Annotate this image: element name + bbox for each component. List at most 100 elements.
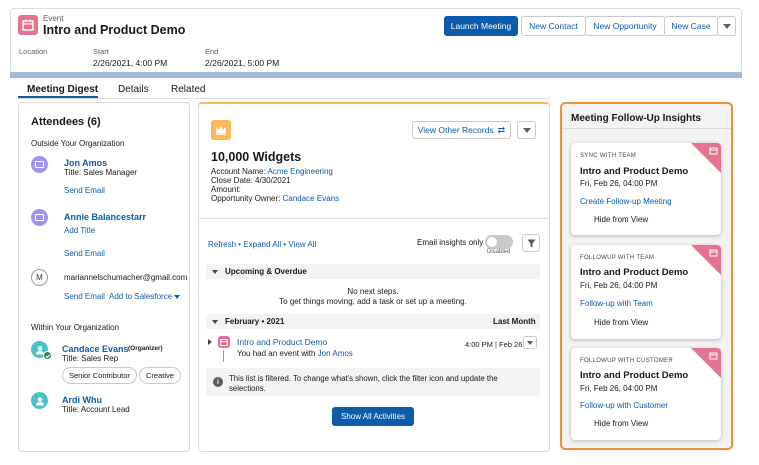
event-icon bbox=[18, 15, 38, 35]
calendar-icon bbox=[709, 147, 718, 155]
location-label: Location bbox=[19, 47, 48, 56]
crown-icon bbox=[216, 126, 226, 135]
attendee-name[interactable]: Jon Amos bbox=[64, 158, 107, 168]
activity-description: You had an event with Jon Amos bbox=[237, 349, 353, 358]
insight-date: Fri, Feb 26, 04:00 PM bbox=[580, 384, 658, 393]
account-link[interactable]: Acme Engineering bbox=[267, 167, 332, 176]
info-icon: i bbox=[213, 377, 223, 387]
send-email-link[interactable]: Send Email bbox=[64, 186, 105, 195]
attendee-title: Title: Sales Rep bbox=[62, 354, 119, 363]
insights-title: Meeting Follow-Up Insights bbox=[571, 113, 701, 124]
upcoming-header: Upcoming & Overdue bbox=[225, 267, 307, 276]
hide-from-view-link[interactable]: Hide from View bbox=[594, 419, 648, 428]
toggle-knob bbox=[487, 237, 497, 247]
insight-kind: FOLLOWUP WITH TEAM bbox=[580, 255, 655, 261]
avatar-initial: M bbox=[36, 273, 43, 282]
end-value: 2/26/2021, 5:00 PM bbox=[205, 58, 280, 68]
account-row: Account Name: Acme Engineering bbox=[211, 167, 333, 176]
attendee-name[interactable]: Annie Balancestarr bbox=[64, 212, 146, 222]
refresh-link[interactable]: Refresh bbox=[208, 240, 236, 249]
insight-action-link[interactable]: Follow-up with Customer bbox=[580, 401, 668, 410]
tab-meeting-digest[interactable]: Meeting Digest bbox=[27, 84, 98, 95]
activity-toolbar: Refresh • Expand All • View All bbox=[208, 240, 316, 249]
user-icon bbox=[35, 396, 44, 405]
contact-link[interactable]: Jon Amos bbox=[318, 349, 353, 358]
show-all-activities-button[interactable]: Show All Activities bbox=[332, 407, 414, 426]
insight-kind: SYNC WITH TEAM bbox=[580, 153, 637, 159]
avatar: M bbox=[31, 269, 48, 286]
attendee-name[interactable]: Candace Evans bbox=[62, 344, 129, 354]
close-date-value: 4/30/2021 bbox=[255, 176, 291, 185]
email-insights-label: Email insights only bbox=[417, 238, 484, 247]
check-badge-icon bbox=[43, 351, 52, 360]
send-email-link[interactable]: Send Email bbox=[64, 292, 105, 301]
chevron-down-icon bbox=[522, 127, 531, 133]
contact-icon bbox=[35, 214, 44, 221]
opportunity-title: 10,000 Widgets bbox=[211, 150, 302, 164]
close-date-label: Close Date: bbox=[211, 176, 253, 185]
tab-divider bbox=[18, 98, 550, 99]
activity-menu-button[interactable] bbox=[523, 336, 537, 349]
header-band bbox=[10, 72, 742, 78]
new-contact-button[interactable]: New Contact bbox=[521, 16, 586, 36]
view-all-link[interactable]: View All bbox=[288, 240, 316, 249]
new-case-button[interactable]: New Case bbox=[664, 16, 718, 36]
attendee-name[interactable]: Ardi Whu bbox=[62, 395, 102, 405]
add-to-salesforce-link[interactable]: Add to Salesforce bbox=[109, 292, 181, 301]
avatar bbox=[31, 209, 48, 226]
calendar-icon bbox=[709, 352, 718, 360]
attendees-title: Attendees (6) bbox=[31, 116, 101, 128]
calendar-icon bbox=[709, 249, 718, 257]
swap-icon: ⇄ bbox=[497, 124, 506, 135]
more-actions-button[interactable] bbox=[717, 16, 736, 36]
insight-action-link[interactable]: Create Follow-up Meeting bbox=[580, 197, 672, 206]
hide-from-view-link[interactable]: Hide from View bbox=[594, 215, 648, 224]
toggle-state: Disabled bbox=[487, 249, 511, 255]
record-title: Intro and Product Demo bbox=[43, 23, 186, 37]
filter-button[interactable] bbox=[522, 234, 540, 252]
owner-link[interactable]: Candace Evans bbox=[283, 194, 339, 203]
attendee-title: Title: Account Lead bbox=[62, 405, 130, 414]
add-to-salesforce-label: Add to Salesforce bbox=[109, 292, 173, 301]
chevron-down-icon bbox=[527, 340, 533, 345]
avatar bbox=[31, 156, 48, 173]
insight-title: Intro and Product Demo bbox=[580, 370, 689, 381]
add-title-link[interactable]: Add Title bbox=[64, 226, 95, 235]
chevron-right-icon[interactable] bbox=[208, 339, 212, 345]
insight-kind: FOLLOWUP WITH CUSTOMER bbox=[580, 358, 674, 364]
account-label: Account Name: bbox=[211, 167, 266, 176]
insight-action-link[interactable]: Follow-up with Team bbox=[580, 299, 653, 308]
no-steps-hint: To get things moving, add a task or set … bbox=[279, 297, 467, 306]
email-insights-toggle[interactable] bbox=[485, 235, 513, 249]
insight-card: SYNC WITH TEAM Intro and Product Demo Fr… bbox=[571, 143, 721, 235]
timeline-line bbox=[223, 350, 224, 362]
caret-down-icon bbox=[174, 294, 181, 299]
tab-related[interactable]: Related bbox=[171, 84, 205, 95]
activity-description-text: You had an event with bbox=[237, 349, 316, 358]
separator: • bbox=[283, 240, 287, 249]
chevron-down-icon bbox=[212, 320, 218, 324]
tab-details[interactable]: Details bbox=[118, 84, 149, 95]
insights-title-divider bbox=[562, 128, 731, 129]
view-other-records-button[interactable]: View Other Records ⇄ bbox=[412, 121, 511, 139]
outside-org-label: Outside Your Organization bbox=[31, 139, 125, 148]
send-email-link[interactable]: Send Email bbox=[64, 249, 105, 258]
filter-icon bbox=[527, 239, 535, 247]
insight-title: Intro and Product Demo bbox=[580, 267, 689, 278]
view-other-records-label: View Other Records bbox=[417, 125, 494, 135]
expand-all-link[interactable]: Expand All bbox=[243, 240, 281, 249]
insight-title: Intro and Product Demo bbox=[580, 166, 689, 177]
no-steps-text: No next steps. bbox=[347, 287, 399, 296]
separator: • bbox=[238, 240, 242, 249]
amount-label: Amount: bbox=[211, 185, 241, 194]
hide-from-view-link[interactable]: Hide from View bbox=[594, 318, 648, 327]
opportunity-menu-button[interactable] bbox=[517, 121, 536, 139]
badge-creative: Creative bbox=[139, 367, 181, 384]
launch-meeting-button[interactable]: Launch Meeting bbox=[444, 16, 518, 36]
event-icon bbox=[218, 336, 230, 348]
avatar bbox=[31, 392, 48, 409]
activity-title[interactable]: Intro and Product Demo bbox=[237, 337, 327, 347]
new-opportunity-button[interactable]: New Opportunity bbox=[585, 16, 665, 36]
organizer-tag: (Organizer) bbox=[128, 345, 163, 352]
start-label: Start bbox=[93, 47, 109, 56]
